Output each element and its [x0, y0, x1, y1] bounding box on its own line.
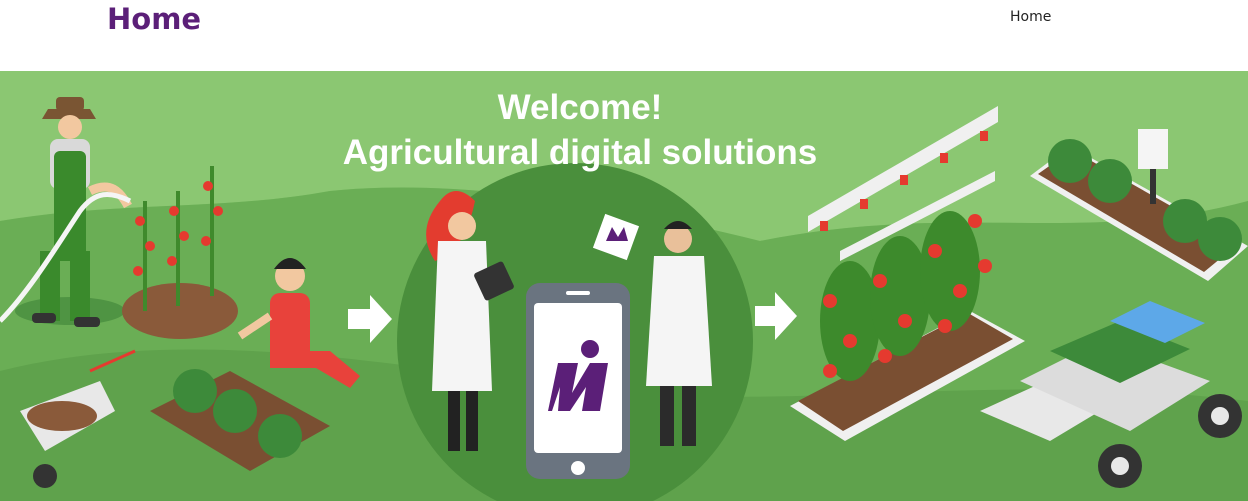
hero-heading: Welcome! Agricultural digital solutions [0, 85, 1160, 175]
hero-banner: Welcome! Agricultural digital solutions [0, 71, 1248, 501]
hero-title-line-1: Welcome! [497, 88, 663, 127]
brand-title[interactable]: Home [107, 0, 201, 38]
hero-title-line-2: Agricultural digital solutions [342, 133, 818, 172]
smartphone-figure [526, 283, 630, 479]
nav-link-home[interactable]: Home [1010, 9, 1051, 25]
site-header: Home Home [0, 0, 1248, 71]
